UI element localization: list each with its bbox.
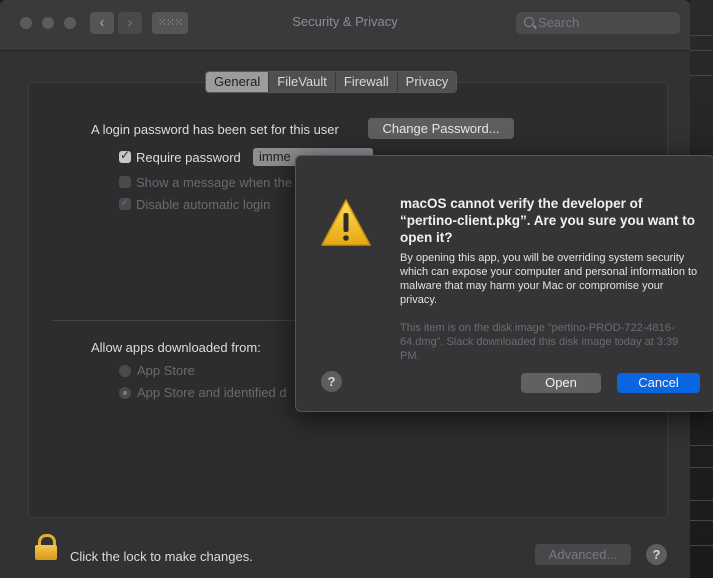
radio-app-store-identified-label: App Store and identified d [137,385,287,400]
disable-auto-login-checkbox[interactable] [119,195,131,210]
tab-firewall[interactable]: Firewall [335,72,398,92]
title-bar: ‹ › ⁙⁙⁙ Security & Privacy Search [0,0,690,51]
alert-title: macOS cannot verify the developer of “pe… [400,196,696,245]
tab-general[interactable]: General [206,72,270,92]
disable-auto-login-label: Disable automatic login [136,197,271,212]
change-password-button[interactable]: Change Password... [368,118,514,139]
help-button[interactable]: ? [646,544,667,565]
login-password-text: A login password has been set for this u… [91,122,339,137]
cancel-button[interactable]: Cancel [617,373,700,393]
tab-bar: General FileVault Firewall Privacy [205,71,458,93]
advanced-button[interactable]: Advanced... [535,544,631,565]
alert-info: This item is on the disk image “pertino-… [400,322,679,362]
require-password-label: Require password [136,150,241,165]
lock-icon[interactable] [35,534,57,560]
tab-filevault[interactable]: FileVault [269,72,336,92]
require-password-checkbox[interactable] [119,148,131,163]
radio-app-store[interactable] [119,365,131,377]
show-message-checkbox[interactable] [119,176,131,188]
open-button[interactable]: Open [521,373,601,393]
tab-privacy[interactable]: Privacy [397,72,457,92]
unverified-developer-alert: macOS cannot verify the developer of “pe… [295,155,713,412]
search-icon [524,17,534,27]
warning-icon [321,199,371,246]
alert-help-button[interactable]: ? [321,371,342,392]
radio-app-store-identified[interactable] [119,387,131,399]
search-field[interactable]: Search [516,12,680,34]
radio-app-store-label: App Store [137,363,195,378]
search-placeholder: Search [538,15,580,30]
lock-text: Click the lock to make changes. [70,549,253,564]
allow-apps-label: Allow apps downloaded from: [91,340,261,355]
show-message-label: Show a message when the [136,175,293,190]
alert-message: By opening this app, you will be overrid… [400,252,698,306]
